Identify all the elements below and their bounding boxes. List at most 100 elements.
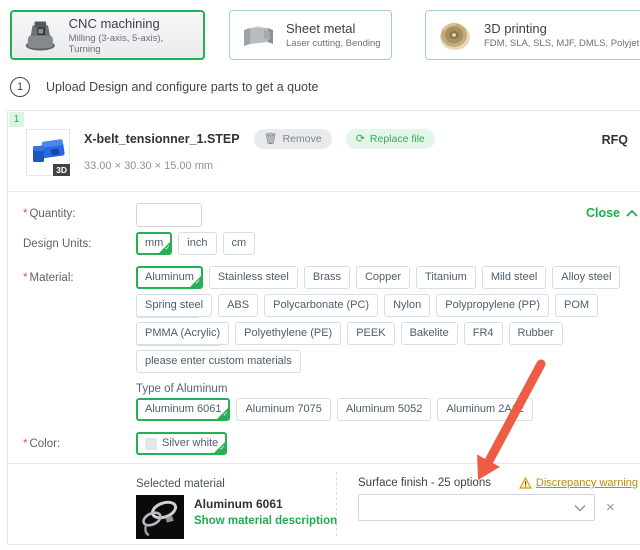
color-options: Silver white bbox=[136, 432, 233, 461]
chip-label: Brass bbox=[312, 271, 341, 283]
chip-aluminum[interactable]: Aluminum bbox=[136, 266, 203, 289]
quote-configurator-screen: CNC machining Milling (3-axis, 5-axis), … bbox=[0, 0, 640, 550]
chip-label: Alloy steel bbox=[561, 271, 612, 283]
chip-nylon[interactable]: Nylon bbox=[384, 294, 431, 317]
chip-label: Rubber bbox=[517, 327, 554, 339]
color-label-text: Color: bbox=[29, 438, 61, 450]
chip-label: Aluminum 5052 bbox=[345, 403, 423, 415]
chip-label: cm bbox=[231, 237, 247, 249]
part-config-card: 1 3D X-belt_tensionner_1.STEP 🗑 Remove ⟳… bbox=[7, 110, 640, 545]
chip-silver-white[interactable]: Silver white bbox=[136, 432, 228, 455]
chip-label: Aluminum bbox=[145, 271, 194, 283]
chip-aluminum-6061[interactable]: Aluminum 6061 bbox=[136, 398, 231, 421]
chip-label: Polyethylene (PE) bbox=[244, 327, 333, 339]
close-label: Close bbox=[585, 206, 620, 220]
chip-bakelite[interactable]: Bakelite bbox=[400, 322, 458, 345]
required-asterisk: * bbox=[23, 438, 28, 450]
type-of-aluminum-options: Aluminum 6061 Aluminum 7075 Aluminum 5052 A… bbox=[136, 398, 539, 427]
chip-aluminum-7075[interactable]: Aluminum 7075 bbox=[236, 398, 331, 421]
material-label: * Material: bbox=[23, 272, 74, 284]
chip-label: Polypropylene (PP) bbox=[445, 299, 541, 311]
chip-label: Silver white bbox=[162, 437, 219, 449]
quantity-input[interactable] bbox=[136, 203, 202, 227]
tab-cnc-machining[interactable]: CNC machining Milling (3-axis, 5-axis), … bbox=[10, 10, 205, 60]
required-asterisk: * bbox=[23, 272, 28, 284]
chip-mm[interactable]: mm bbox=[136, 232, 173, 255]
part-header: 3D X-belt_tensionner_1.STEP 🗑 Remove ⟳ R… bbox=[26, 129, 640, 187]
chip-aluminum-2a12[interactable]: Aluminum 2A12 bbox=[437, 398, 533, 421]
design-units-options: mm inch cm bbox=[136, 232, 261, 261]
chip-fr4[interactable]: FR4 bbox=[463, 322, 503, 345]
chip-label: PEEK bbox=[356, 327, 386, 339]
part-3d-thumbnail[interactable]: 3D bbox=[26, 129, 70, 176]
chip-copper[interactable]: Copper bbox=[355, 266, 411, 289]
chip-polypropylene-pp-[interactable]: Polypropylene (PP) bbox=[436, 294, 550, 317]
chip-polycarbonate-pc-[interactable]: Polycarbonate (PC) bbox=[264, 294, 379, 317]
chip-spring-steel[interactable]: Spring steel bbox=[136, 294, 213, 317]
chip-label: Aluminum 6061 bbox=[145, 403, 222, 415]
chip-label: inch bbox=[187, 237, 208, 249]
chip-label: ABS bbox=[227, 299, 250, 311]
3d-printing-icon bbox=[440, 22, 470, 50]
chip-label: mm bbox=[145, 237, 164, 249]
tab-sheet-metal[interactable]: Sheet metal Laser cutting, Bending bbox=[229, 10, 392, 60]
chip-label: FR4 bbox=[472, 327, 494, 339]
chip-inch[interactable]: inch bbox=[178, 232, 217, 255]
trash-icon: 🗑 bbox=[263, 133, 278, 145]
chip-label: please enter custom materials bbox=[145, 355, 292, 367]
step-title: Upload Design and configure parts to get… bbox=[46, 80, 319, 94]
chip-mild-steel[interactable]: Mild steel bbox=[481, 266, 547, 289]
tab-title: 3D printing bbox=[484, 21, 547, 36]
tab-subtitle: Laser cutting, Bending bbox=[286, 38, 381, 49]
chip-alloy-steel[interactable]: Alloy steel bbox=[552, 266, 621, 289]
chip-abs[interactable]: ABS bbox=[218, 294, 259, 317]
chip-titanium[interactable]: Titanium bbox=[416, 266, 476, 289]
rfq-label: RFQ bbox=[601, 133, 628, 147]
replace-file-label: Replace file bbox=[369, 133, 425, 145]
material-options-row-4: please enter custom materials bbox=[136, 350, 640, 379]
chevron-up-icon bbox=[626, 209, 638, 217]
discrepancy-warning-link[interactable]: Discrepancy warning bbox=[518, 477, 638, 489]
material-label-text: Material: bbox=[29, 272, 74, 284]
chip-label: Mild steel bbox=[490, 271, 538, 283]
close-panel-link[interactable]: Close bbox=[586, 206, 638, 220]
show-material-description-link[interactable]: Show material description bbox=[194, 515, 337, 527]
sheet-metal-icon bbox=[244, 26, 273, 46]
chip-label: Bakelite bbox=[409, 327, 449, 339]
surface-finish-label: Surface finish - 25 options bbox=[358, 477, 491, 489]
quantity-label: * Quantity: bbox=[23, 208, 76, 220]
refresh-icon: ⟳ bbox=[355, 133, 365, 145]
tab-title: Sheet metal bbox=[286, 21, 356, 36]
chip-please-enter-custom-materials[interactable]: please enter custom materials bbox=[136, 350, 301, 373]
chip-polyethylene-pe-[interactable]: Polyethylene (PE) bbox=[235, 322, 342, 345]
chip-label: PMMA (Acrylic) bbox=[145, 327, 221, 339]
chip-label: POM bbox=[564, 299, 590, 311]
chip-cm[interactable]: cm bbox=[222, 232, 256, 255]
chip-label: Nylon bbox=[393, 299, 422, 311]
chip-peek[interactable]: PEEK bbox=[347, 322, 395, 345]
tab-subtitle: Milling (3-axis, 5-axis), Turning bbox=[68, 32, 164, 55]
chip-stainless-steel[interactable]: Stainless steel bbox=[208, 266, 298, 289]
chip-brass[interactable]: Brass bbox=[303, 266, 350, 289]
required-asterisk: * bbox=[23, 208, 28, 220]
tab-title: CNC machining bbox=[68, 15, 160, 31]
header-divider bbox=[8, 191, 640, 192]
part-filename: X-belt_tensionner_1.STEP bbox=[84, 132, 240, 146]
cnc-machining-icon bbox=[25, 21, 55, 51]
chip-rubber[interactable]: Rubber bbox=[508, 322, 563, 345]
chip-pom[interactable]: POM bbox=[555, 294, 599, 317]
chip-pmma-acrylic-[interactable]: PMMA (Acrylic) bbox=[136, 322, 230, 345]
remove-label: Remove bbox=[282, 133, 322, 145]
tab-3d-printing[interactable]: 3D printing FDM, SLA, SLS, MJF, DMLS, Po… bbox=[425, 10, 640, 60]
remove-button[interactable]: 🗑 Remove bbox=[253, 129, 332, 149]
replace-file-button[interactable]: ⟳ Replace file bbox=[345, 129, 435, 149]
step-indicator: 1 Upload Design and configure parts to g… bbox=[10, 77, 318, 97]
type-of-aluminum-label: Type of Aluminum bbox=[136, 383, 228, 395]
color-label: * Color: bbox=[23, 438, 60, 450]
tab-subtitle: FDM, SLA, SLS, MJF, DMLS, Polyjet bbox=[484, 38, 640, 49]
warning-icon bbox=[518, 477, 532, 489]
material-thumbnail bbox=[136, 495, 184, 539]
clear-icon[interactable]: × bbox=[606, 500, 615, 515]
chip-aluminum-5052[interactable]: Aluminum 5052 bbox=[336, 398, 432, 421]
surface-finish-dropdown[interactable] bbox=[358, 494, 595, 521]
